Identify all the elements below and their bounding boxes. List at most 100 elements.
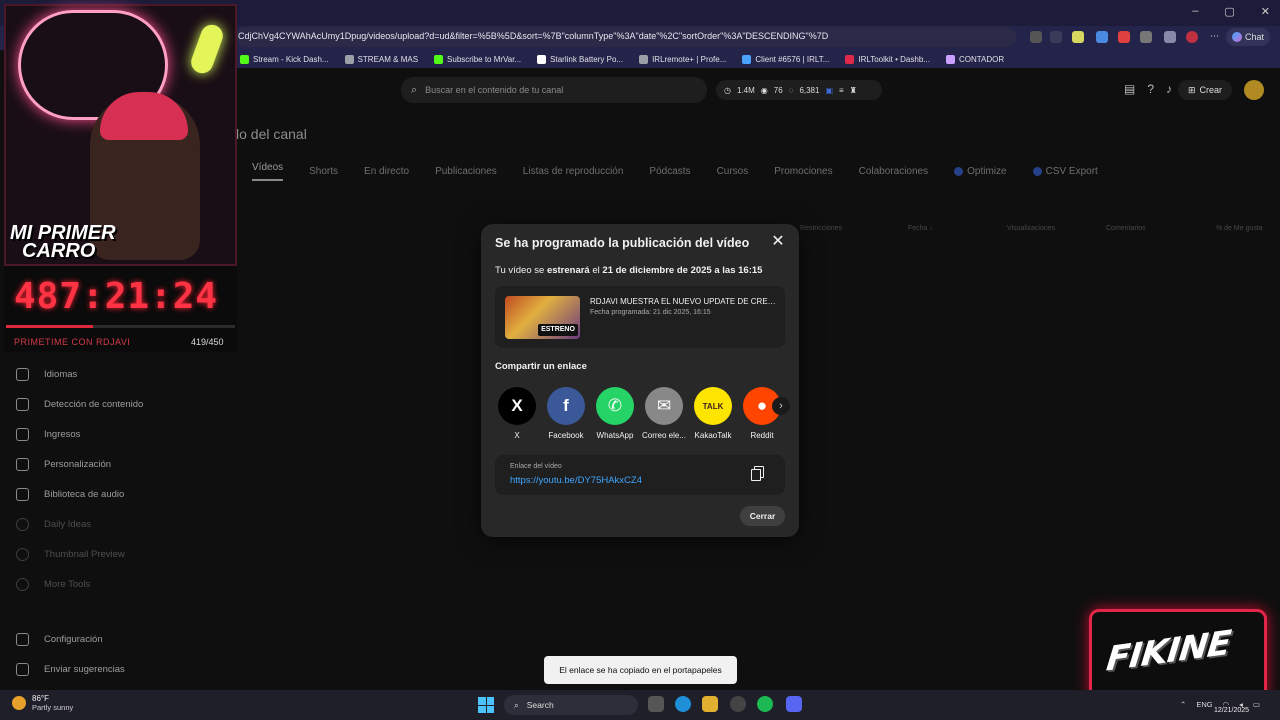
tab-0[interactable]: Vídeos [252, 162, 284, 181]
help-icon[interactable]: ? [1147, 82, 1154, 96]
tab-7[interactable]: Promociones [774, 162, 832, 181]
bookmark-item[interactable]: Client #6576 | IRLT... [742, 54, 829, 64]
copilot-chat-button[interactable]: Chat [1225, 28, 1270, 46]
sidebar-item[interactable]: Configuración [16, 633, 103, 646]
page-title: lo del canal [236, 126, 307, 142]
sidebar-item-icon [16, 518, 29, 531]
tab-4[interactable]: Listas de reproducción [523, 162, 624, 181]
share-target[interactable]: ✉ Correo ele... [639, 387, 689, 440]
share-target[interactable]: ✆ WhatsApp [590, 387, 640, 440]
tab-5[interactable]: Pódcasts [649, 162, 690, 181]
bookmark-item[interactable]: IRLToolkit • Dashb... [845, 54, 930, 64]
sidebar-item-icon [16, 398, 29, 411]
bookmark-label: Subscribe to MrVar... [447, 54, 522, 64]
video-link-label: Enlace del vídeo [510, 463, 562, 470]
comments-icon[interactable]: ▤ [1124, 82, 1135, 96]
channel-stats-widget[interactable]: ◷ 1.4M ◉ 76 ◌ 6,381 ▣ ≡ ♜ [716, 80, 882, 100]
extension-icon[interactable] [1050, 31, 1062, 43]
bookmark-item[interactable]: Starlink Battery Po... [537, 54, 623, 64]
goal-label: PRIMETIME CON RDJAVI [14, 337, 131, 347]
profile-icon[interactable] [1186, 31, 1198, 43]
tab-8[interactable]: Colaboraciones [859, 162, 929, 181]
tab-label: Pódcasts [649, 166, 691, 177]
tab-9[interactable]: Optimize [954, 162, 1007, 181]
maximize-icon[interactable]: ▢ [1224, 5, 1234, 18]
url-text: CdjChVg4CYWAhAcUmy1Dpug/videos/upload?d=… [238, 31, 829, 41]
copy-icon[interactable] [751, 466, 765, 482]
sidebar-item[interactable]: Daily Ideas [16, 518, 91, 531]
sidebar-item[interactable]: Personalización [16, 458, 111, 471]
sidebar-item[interactable]: Idiomas [16, 368, 77, 381]
tab-1[interactable]: Shorts [309, 162, 338, 181]
column-header[interactable]: Restricciones [800, 225, 842, 232]
sidebar-item[interactable]: More Tools [16, 578, 90, 591]
sidebar-item-icon [16, 548, 29, 561]
column-header[interactable]: Fecha ↓ [908, 225, 933, 232]
bookmark-item[interactable]: Subscribe to MrVar... [434, 54, 522, 64]
bookmark-label: STREAM & MAS [357, 54, 419, 64]
sidebar-item-icon [16, 633, 29, 646]
chevron-up-icon[interactable]: ⌃ [1180, 700, 1186, 709]
clock-icon: ◷ [724, 85, 731, 95]
obs-icon[interactable] [730, 696, 746, 712]
minimize-icon[interactable]: – [1192, 5, 1198, 18]
tab-6[interactable]: Cursos [717, 162, 749, 181]
edge-icon[interactable] [675, 696, 691, 712]
column-header[interactable]: Visualizaciones [1007, 225, 1055, 232]
sidebar-item[interactable]: Detección de contenido [16, 398, 143, 411]
extension-icon[interactable] [1096, 31, 1108, 43]
taskbar-search[interactable]: ⌕ Search [504, 695, 638, 715]
menu-icon[interactable]: ⋯ [1210, 31, 1222, 43]
close-icon[interactable]: ✕ [770, 234, 786, 250]
favorites-icon[interactable] [1164, 31, 1176, 43]
share-target[interactable]: f Facebook [541, 387, 591, 440]
weather-widget[interactable]: 86°F Partly sunny [12, 694, 73, 712]
create-button[interactable]: ⊞ Crear [1178, 80, 1232, 100]
goal-progress-fill [6, 325, 94, 328]
column-header[interactable]: % de Me gusta [1216, 225, 1263, 232]
extension-icon[interactable] [1118, 31, 1130, 43]
channel-avatar[interactable] [1244, 80, 1264, 100]
column-header[interactable]: Comentarios [1106, 225, 1146, 232]
bookmark-item[interactable]: CONTADOR [945, 54, 1005, 64]
extension-icon[interactable] [1140, 31, 1152, 43]
address-bar[interactable]: CdjChVg4CYWAhAcUmy1Dpug/videos/upload?d=… [236, 27, 1016, 47]
taskbar-clock[interactable]: 12/21/2025 [1214, 696, 1249, 716]
chevron-right-icon[interactable]: › [772, 397, 790, 415]
share-target[interactable]: XX [492, 387, 542, 440]
sidebar-item[interactable]: Biblioteca de audio [16, 488, 124, 501]
discord-icon[interactable] [786, 696, 802, 712]
channel-search-input[interactable]: ⌕ Buscar en el contenido de tu canal [401, 77, 707, 103]
dialog-title: Se ha programado la publicación del víde… [495, 236, 750, 250]
tab-3[interactable]: Publicaciones [435, 162, 497, 181]
thumb-icon: ◌ [788, 85, 794, 95]
tab-10[interactable]: CSV Export [1032, 162, 1098, 181]
tab-label: Cursos [716, 166, 749, 177]
task-view-icon[interactable] [648, 696, 664, 712]
spotify-icon[interactable] [757, 696, 773, 712]
sidebar-item-label: More Tools [44, 579, 91, 590]
extension-tab-icon [1032, 167, 1042, 176]
battery-icon[interactable]: ▭ [1253, 700, 1260, 709]
notifications-icon[interactable]: ♪ [1166, 82, 1172, 96]
close-window-icon[interactable]: ✕ [1261, 5, 1270, 18]
sidebar-item[interactable]: Enviar sugerencias [16, 663, 125, 676]
video-link-url[interactable]: https://youtu.be/DY75HAkxCZ4 [510, 475, 642, 486]
share-target[interactable]: TALK KakaoTalk [688, 387, 738, 440]
sidebar-item[interactable]: Ingresos [16, 428, 80, 441]
bookmark-item[interactable]: STREAM & MAS [344, 54, 419, 64]
bookmark-star-icon[interactable] [1030, 31, 1042, 43]
bookmark-item[interactable]: Stream - Kick Dash... [240, 54, 329, 64]
trophy-icon: ♜ [849, 85, 857, 95]
close-button[interactable]: Cerrar [740, 506, 785, 526]
tab-2[interactable]: En directo [364, 162, 409, 181]
language-indicator[interactable]: ENG [1196, 700, 1212, 709]
weather-sun-icon [12, 696, 26, 710]
bookmark-favicon-icon [945, 54, 955, 64]
bookmark-item[interactable]: IRLremote+ | Profe... [639, 54, 726, 64]
extension-icon[interactable] [1072, 31, 1084, 43]
sidebar-item[interactable]: Thumbnail Preview [16, 548, 125, 561]
bookmark-label: CONTADOR [958, 54, 1005, 64]
file-explorer-icon[interactable] [702, 696, 718, 712]
windows-start-icon[interactable] [478, 697, 494, 713]
